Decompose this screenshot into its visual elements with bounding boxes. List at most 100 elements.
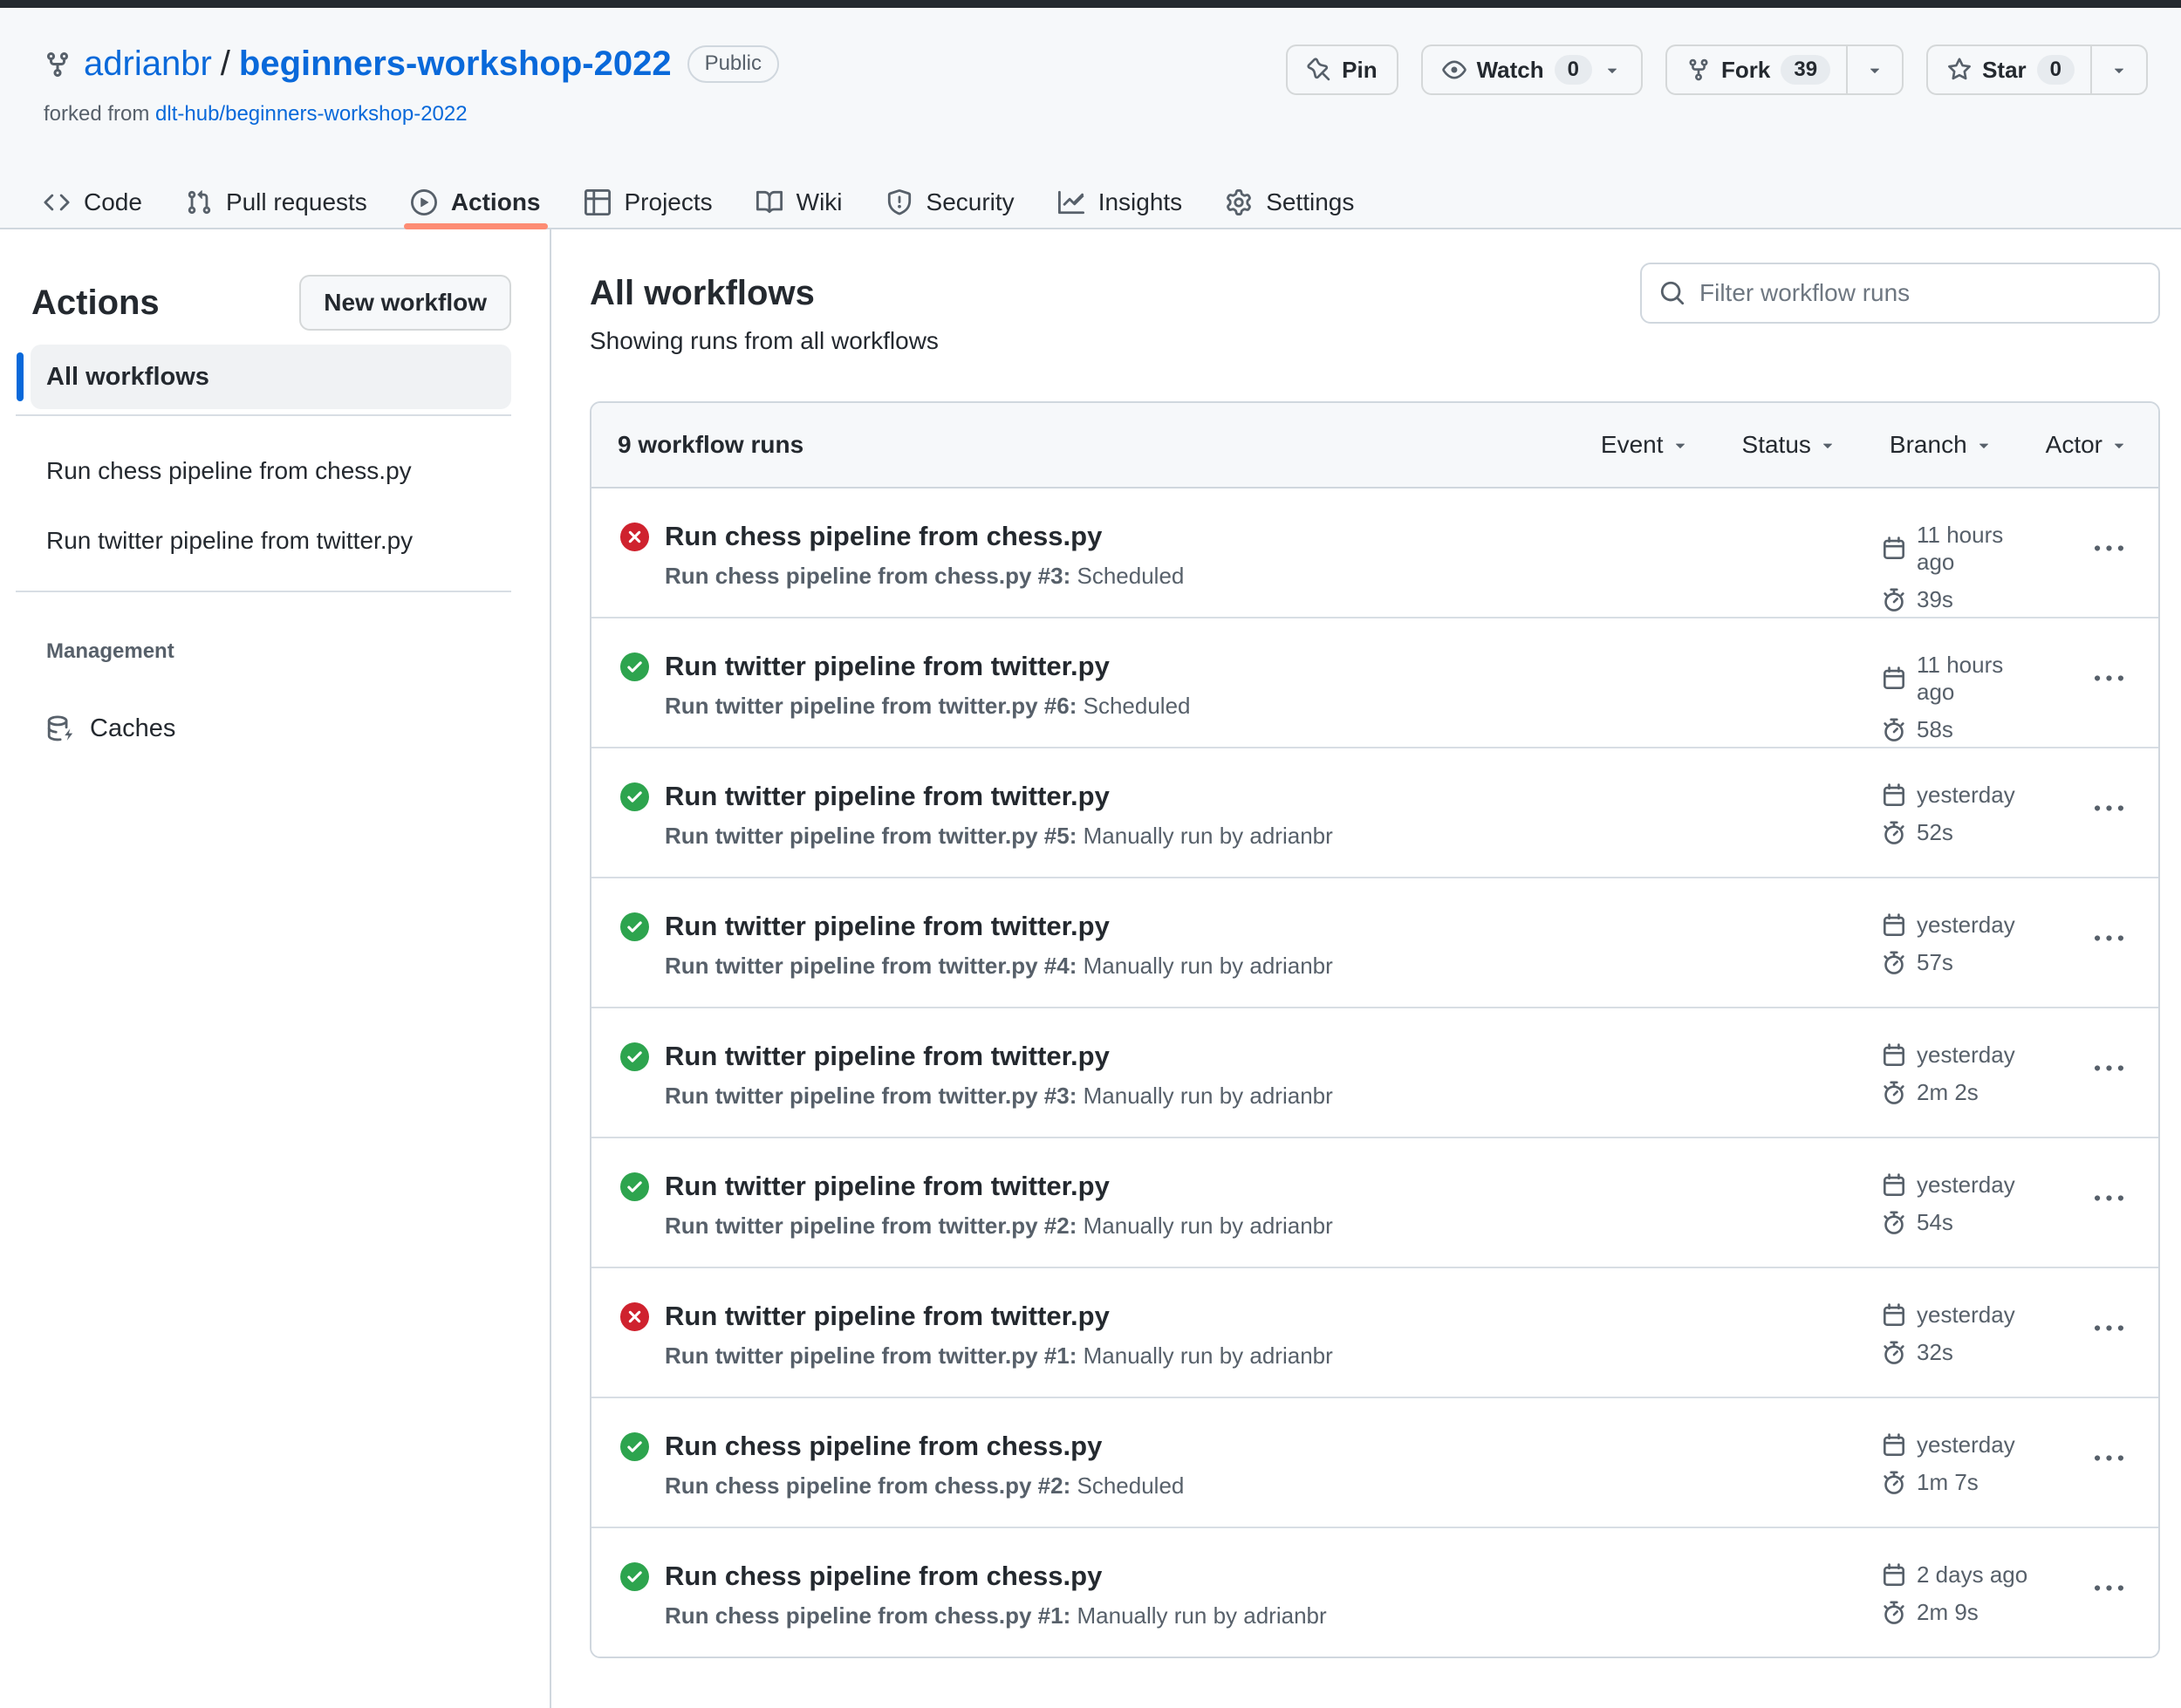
filter-actor[interactable]: Actor [2046, 431, 2129, 459]
filter-status[interactable]: Status [1742, 431, 1837, 459]
workflow-list: Run chess pipeline from chess.py Run twit… [0, 456, 550, 556]
kebab-icon [2095, 1055, 2123, 1083]
run-name: Run chess pipeline from chess.py #3: [665, 563, 1071, 589]
calendar-icon [1882, 1563, 1906, 1588]
run-duration: 58s [1882, 716, 2041, 743]
run-trigger-detail: Scheduled [1070, 563, 1185, 589]
run-name: Run twitter pipeline from twitter.py #6: [665, 693, 1077, 719]
calendar-icon [1882, 913, 1906, 938]
run-options-button[interactable] [2095, 1561, 2123, 1603]
sidebar-title: Actions [31, 283, 160, 322]
workflow-run-row: Run twitter pipeline from twitter.py Run… [591, 878, 2158, 1008]
repo-owner-link[interactable]: adrianbr [84, 44, 212, 84]
check-circle-icon [620, 1042, 649, 1071]
tab-wiki[interactable]: Wiki [742, 177, 857, 228]
kebab-icon [2095, 1315, 2123, 1343]
workflow-run-description: Run twitter pipeline from twitter.py #3:… [665, 1083, 1333, 1109]
sidebar-workflow-item[interactable]: Run chess pipeline from chess.py [46, 456, 511, 486]
stopwatch-icon [1882, 951, 1906, 975]
workflow-run-title[interactable]: Run chess pipeline from chess.py [665, 1431, 1184, 1462]
sidebar-item-caches[interactable]: Caches [46, 709, 550, 748]
watch-count: 0 [1554, 55, 1593, 85]
run-name: Run twitter pipeline from twitter.py #1: [665, 1342, 1077, 1369]
kebab-icon [2095, 795, 2123, 823]
filter-workflow-runs-input[interactable] [1699, 279, 2141, 307]
check-circle-icon [620, 782, 649, 811]
kebab-icon [2095, 1185, 2123, 1213]
global-nav-bar [0, 0, 2181, 8]
run-options-button[interactable] [2095, 652, 2123, 693]
workflow-runs-table: 9 workflow runs Event Status Branch Actor R… [590, 401, 2160, 1658]
tab-label: Settings [1266, 188, 1355, 215]
tab-actions[interactable]: Actions [397, 177, 555, 229]
workflow-run-row: Run twitter pipeline from twitter.py Run… [591, 1138, 2158, 1268]
fork-count: 39 [1781, 55, 1831, 85]
filter-branch[interactable]: Branch [1890, 431, 1993, 459]
workflow-run-title[interactable]: Run twitter pipeline from twitter.py [665, 1171, 1333, 1202]
run-trigger-detail: Scheduled [1070, 1472, 1185, 1499]
workflow-run-title[interactable]: Run twitter pipeline from twitter.py [665, 651, 1191, 682]
star-dropdown[interactable] [2090, 46, 2146, 93]
workflow-run-title[interactable]: Run twitter pipeline from twitter.py [665, 1041, 1333, 1072]
stopwatch-icon [1882, 1601, 1906, 1625]
run-duration: 54s [1882, 1209, 2041, 1236]
tab-code[interactable]: Code [30, 177, 156, 228]
runs-list: Run chess pipeline from chess.py Run che… [591, 488, 2158, 1657]
repo-action-buttons: Pin Watch 0 Fork 39 Star 0 [1286, 44, 2148, 95]
watch-button[interactable]: Watch 0 [1420, 44, 1644, 95]
triangle-down-icon [1974, 435, 1993, 454]
workflow-run-title[interactable]: Run chess pipeline from chess.py [665, 1561, 1327, 1592]
tab-security[interactable]: Security [872, 177, 1029, 228]
new-workflow-button[interactable]: New workflow [299, 275, 511, 331]
forked-from-link[interactable]: dlt-hub/beginners-workshop-2022 [155, 102, 468, 126]
watch-dropdown[interactable] [1603, 60, 1622, 79]
run-name: Run twitter pipeline from twitter.py #5: [665, 823, 1077, 849]
run-options-button[interactable] [2095, 522, 2123, 564]
tab-settings[interactable]: Settings [1212, 177, 1368, 228]
tab-pull-requests[interactable]: Pull requests [172, 177, 381, 228]
repo-name-link[interactable]: beginners-workshop-2022 [239, 44, 672, 84]
tab-insights[interactable]: Insights [1044, 177, 1197, 228]
filter-event[interactable]: Event [1601, 431, 1690, 459]
run-options-button[interactable] [2095, 912, 2123, 953]
workflow-run-description: Run twitter pipeline from twitter.py #2:… [665, 1213, 1333, 1239]
workflow-run-title[interactable]: Run chess pipeline from chess.py [665, 521, 1184, 552]
tab-projects[interactable]: Projects [571, 177, 727, 228]
kebab-icon [2095, 535, 2123, 564]
pin-label: Pin [1342, 56, 1378, 83]
sidebar-workflow-item[interactable]: Run twitter pipeline from twitter.py [46, 526, 511, 556]
sidebar-divider [16, 414, 511, 416]
run-start-time: 2 days ago [1882, 1561, 2041, 1588]
workflow-run-title[interactable]: Run twitter pipeline from twitter.py [665, 781, 1333, 812]
tab-label: Projects [624, 188, 713, 215]
fork-button[interactable]: Fork 39 [1665, 44, 1904, 95]
sidebar-item-all-workflows[interactable]: All workflows [31, 345, 511, 409]
workflow-run-title[interactable]: Run twitter pipeline from twitter.py [665, 911, 1333, 942]
fork-label: Fork [1721, 56, 1771, 83]
star-button[interactable]: Star 0 [1926, 44, 2148, 95]
run-start-time: 11 hours ago [1882, 522, 2041, 576]
run-options-button[interactable] [2095, 782, 2123, 823]
run-trigger-detail: Scheduled [1077, 693, 1191, 719]
calendar-icon [1882, 1173, 1906, 1198]
cache-icon [46, 715, 72, 741]
pin-button[interactable]: Pin [1286, 44, 1398, 95]
run-name: Run chess pipeline from chess.py #2: [665, 1472, 1071, 1499]
tab-label: Security [926, 188, 1015, 215]
triangle-down-icon [1818, 435, 1837, 454]
run-options-button[interactable] [2095, 1172, 2123, 1213]
pin-icon [1307, 58, 1331, 82]
kebab-icon [2095, 1445, 2123, 1473]
run-options-button[interactable] [2095, 1301, 2123, 1343]
run-options-button[interactable] [2095, 1431, 2123, 1473]
workflow-run-title[interactable]: Run twitter pipeline from twitter.py [665, 1301, 1333, 1332]
run-name: Run twitter pipeline from twitter.py #2: [665, 1213, 1077, 1239]
calendar-icon [1882, 1433, 1906, 1458]
run-trigger-detail: Manually run by adrianbr [1077, 1083, 1333, 1109]
page-subtitle: Showing runs from all workflows [590, 327, 939, 354]
calendar-icon [1882, 783, 1906, 808]
run-options-button[interactable] [2095, 1042, 2123, 1083]
tab-label: Insights [1097, 188, 1183, 215]
triangle-down-icon [2109, 60, 2129, 79]
fork-dropdown[interactable] [1846, 46, 1902, 93]
